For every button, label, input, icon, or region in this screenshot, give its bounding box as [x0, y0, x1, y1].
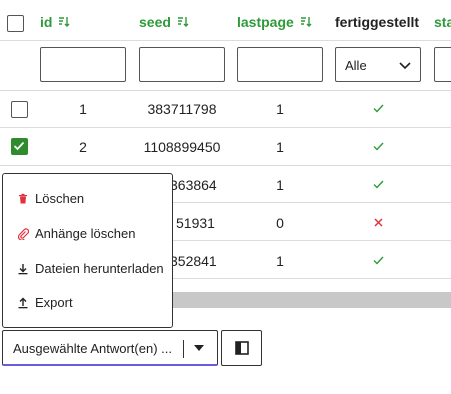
cell-id: 1 [79, 101, 87, 117]
column-header-lastpage[interactable]: lastpage [237, 14, 312, 30]
upload-icon [18, 297, 28, 308]
menu-item-label: Anhänge löschen [35, 226, 136, 241]
check-icon [373, 104, 384, 113]
cell-lastpage: 1 [276, 253, 284, 269]
column-header-seed-label: seed [139, 14, 171, 30]
toggle-sidebar-button[interactable] [221, 330, 262, 366]
select-all-checkbox[interactable] [7, 15, 24, 32]
column-header-fertiggestellt[interactable]: fertiggestellt [335, 14, 419, 30]
check-icon [373, 180, 384, 189]
menu-item-label: Löschen [35, 191, 85, 206]
status-filter-input[interactable] [434, 47, 451, 82]
bulk-action-select[interactable]: Ausgewählte Antwort(en) ... [2, 330, 218, 366]
sidebar-toggle-icon [234, 341, 249, 355]
column-header-status[interactable]: sta [434, 14, 451, 30]
seed-filter-input[interactable] [139, 47, 225, 82]
cell-lastpage: 0 [276, 215, 284, 231]
chevron-down-icon [399, 62, 411, 70]
column-header-id[interactable]: id [40, 14, 70, 30]
cell-lastpage: 1 [276, 101, 284, 117]
paperclip-icon [17, 227, 29, 240]
cell-id: 2 [79, 139, 87, 155]
column-header-lastpage-label: lastpage [237, 14, 294, 30]
menu-item-label: Dateien herunterladen [35, 261, 164, 276]
divider [183, 340, 184, 358]
cell-seed: 352841 [170, 253, 217, 269]
id-filter-input[interactable] [40, 47, 126, 82]
horizontal-scrollbar[interactable] [170, 292, 451, 308]
checkmark-icon [13, 141, 25, 151]
menu-item-delete[interactable]: Löschen [17, 191, 84, 206]
column-header-fertiggestellt-label: fertiggestellt [335, 14, 420, 30]
check-icon [373, 256, 384, 265]
sort-icon [300, 17, 312, 27]
column-header-status-label: sta [434, 14, 451, 30]
trash-icon [19, 193, 27, 203]
sort-icon [177, 17, 189, 27]
check-icon [373, 142, 384, 151]
cell-lastpage: 1 [276, 139, 284, 155]
cell-lastpage: 1 [276, 177, 284, 193]
column-header-seed[interactable]: seed [139, 14, 189, 30]
cell-seed: 51931 [176, 215, 215, 231]
lastpage-filter-input[interactable] [237, 47, 323, 82]
cross-icon [374, 218, 383, 227]
column-header-id-label: id [40, 14, 53, 30]
menu-item-label: Export [35, 295, 73, 310]
menu-item-delete-attachments[interactable]: Anhänge löschen [17, 226, 135, 241]
cell-seed: 383711798 [147, 101, 217, 117]
bulk-action-menu: Löschen Anhänge löschen Dateien herunter… [2, 173, 173, 328]
cell-seed: 363864 [170, 177, 217, 193]
caret-down-icon [194, 345, 204, 351]
menu-item-download-files[interactable]: Dateien herunterladen [17, 261, 164, 276]
fertiggestellt-filter-select[interactable]: Alle [335, 47, 421, 82]
row-checkbox[interactable] [11, 101, 28, 118]
download-icon [18, 263, 28, 274]
sort-icon [59, 17, 70, 27]
filter-select-value: Alle [345, 58, 367, 73]
menu-item-export[interactable]: Export [17, 295, 73, 310]
bulk-action-select-label: Ausgewählte Antwort(en) ... [13, 341, 172, 356]
row-checkbox-checked[interactable] [11, 138, 28, 155]
cell-seed: 1108899450 [143, 139, 221, 155]
